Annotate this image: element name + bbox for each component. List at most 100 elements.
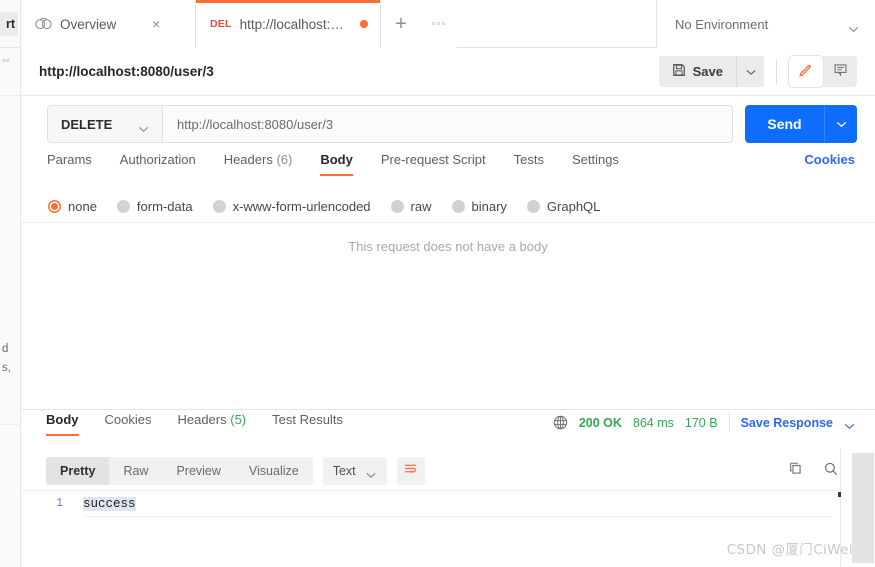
new-tab-button[interactable]: + [381, 0, 421, 48]
tab-tests[interactable]: Tests [514, 152, 544, 176]
response-vertical-divider [840, 448, 841, 567]
comment-button[interactable] [823, 56, 857, 87]
radio-icon [212, 200, 226, 213]
code-line-underline [83, 516, 831, 517]
sidebar-text-fragment-1: d [2, 343, 9, 355]
view-pretty[interactable]: Pretty [46, 457, 110, 485]
request-name-row: http://localhost:8080/user/3 Save [21, 48, 875, 96]
radio-icon [48, 200, 61, 213]
save-button[interactable]: Save [658, 56, 736, 87]
request-title[interactable]: http://localhost:8080/user/3 [39, 64, 214, 79]
radio-raw[interactable]: raw [390, 199, 432, 214]
radio-icon [116, 200, 130, 213]
search-button[interactable] [823, 461, 839, 482]
tab-method-label: DEL [210, 18, 232, 30]
tab-request-delete[interactable]: DEL http://localhost:8080/u [196, 0, 381, 48]
format-label: Text [332, 464, 356, 478]
line-number-gutter: 1 [56, 497, 63, 510]
view-preview[interactable]: Preview [162, 457, 234, 485]
response-view-segments: Pretty Raw Preview Visualize [46, 457, 313, 485]
send-group: Send [745, 105, 857, 143]
chevron-down-icon[interactable] [844, 419, 855, 430]
tab-authorization[interactable]: Authorization [120, 152, 196, 176]
body-type-radios: none form-data x-www-form-urlencoded raw… [21, 191, 875, 223]
response-scroll-handle[interactable] [838, 492, 841, 497]
response-tabs: Body Cookies Headers (5) Test Results 20… [21, 412, 875, 448]
postman-window: rt ◦◦ d s, Overview × DEL http://localho… [0, 0, 875, 567]
radio-form-data-label: form-data [136, 199, 193, 214]
radio-icon [526, 200, 540, 213]
response-tab-headers-count: (5) [230, 412, 247, 427]
response-tab-headers[interactable]: Headers (5) [177, 412, 246, 436]
response-tab-body[interactable]: Body [46, 412, 79, 436]
sidebar-strip: rt ◦◦ d s, [0, 0, 21, 567]
method-selector[interactable]: DELETE [47, 105, 162, 143]
empty-body-message: This request does not have a body [348, 239, 548, 254]
response-body-line: success [83, 497, 136, 511]
chevron-down-icon [138, 121, 149, 132]
globe-icon [553, 415, 568, 430]
tab-overview[interactable]: Overview × [21, 0, 196, 48]
sidebar-divider-3 [0, 424, 20, 425]
method-label: DELETE [61, 116, 113, 132]
view-raw[interactable]: Raw [109, 457, 162, 485]
environment-label: No Environment [675, 16, 769, 32]
url-input[interactable]: http://localhost:8080/user/3 [162, 105, 733, 143]
request-tabs: Params Authorization Headers (6) Body Pr… [21, 152, 875, 186]
send-button[interactable]: Send [745, 105, 824, 143]
radio-urlencoded-label: x-www-form-urlencoded [232, 199, 371, 214]
tab-settings[interactable]: Settings [572, 152, 619, 176]
sidebar-divider-2 [0, 95, 20, 96]
pencil-icon [798, 61, 814, 82]
response-time: 864 ms [632, 415, 674, 430]
sidebar-text-fragment-2: s, [2, 362, 11, 374]
response-tab-cookies[interactable]: Cookies [105, 412, 152, 436]
view-visualize[interactable]: Visualize [235, 457, 313, 485]
sidebar-divider-1 [0, 47, 20, 48]
send-options-button[interactable] [824, 105, 857, 143]
chevron-down-icon [848, 21, 859, 32]
response-body-text: success [83, 497, 136, 511]
save-options-button[interactable] [736, 56, 764, 87]
wrap-lines-button[interactable] [396, 457, 425, 485]
tab-headers[interactable]: Headers (6) [224, 152, 293, 176]
url-value: http://localhost:8080/user/3 [177, 116, 334, 132]
request-actions: Save [658, 56, 857, 87]
sidebar-more-icon[interactable]: ◦◦ [2, 55, 10, 67]
tab-pre-request-script[interactable]: Pre-request Script [381, 152, 486, 176]
tab-params[interactable]: Params [47, 152, 92, 176]
unsaved-dot-icon [360, 20, 368, 28]
radio-form-data[interactable]: form-data [116, 199, 193, 214]
radio-none[interactable]: none [48, 199, 97, 214]
response-scrollbar[interactable] [852, 453, 874, 563]
format-selector[interactable]: Text [322, 457, 387, 485]
tab-body[interactable]: Body [320, 152, 353, 176]
radio-icon [451, 200, 465, 213]
copy-button[interactable] [788, 461, 804, 482]
response-view-bar: Pretty Raw Preview Visualize Text [21, 452, 875, 490]
edit-button[interactable] [789, 56, 823, 87]
radio-binary[interactable]: binary [451, 199, 507, 214]
save-label: Save [692, 64, 723, 79]
url-row: DELETE http://localhost:8080/user/3 Send [21, 96, 875, 152]
wrap-lines-icon [403, 461, 418, 481]
tab-overview-label: Overview [60, 16, 117, 32]
environment-selector[interactable]: No Environment [657, 0, 875, 48]
radio-icon [390, 200, 404, 213]
divider [728, 413, 730, 432]
response-tab-headers-label: Headers [177, 412, 227, 427]
edit-comment-group [789, 56, 857, 87]
radio-graphql[interactable]: GraphQL [526, 199, 600, 214]
import-button-fragment[interactable]: rt [0, 12, 18, 36]
response-body-editor[interactable]: 1 success [21, 490, 841, 567]
close-icon[interactable]: × [148, 17, 164, 31]
request-body-panel: This request does not have a body [21, 224, 875, 410]
radio-x-www-form-urlencoded[interactable]: x-www-form-urlencoded [212, 199, 371, 214]
tab-options-icon[interactable]: ◦◦◦ [421, 0, 457, 48]
cookies-link[interactable]: Cookies [804, 152, 855, 167]
tab-bar: Overview × DEL http://localhost:8080/u +… [21, 0, 875, 48]
overview-icon [35, 17, 52, 30]
save-response-button[interactable]: Save Response [741, 416, 833, 430]
response-tab-test-results[interactable]: Test Results [272, 412, 343, 436]
divider [776, 59, 777, 84]
